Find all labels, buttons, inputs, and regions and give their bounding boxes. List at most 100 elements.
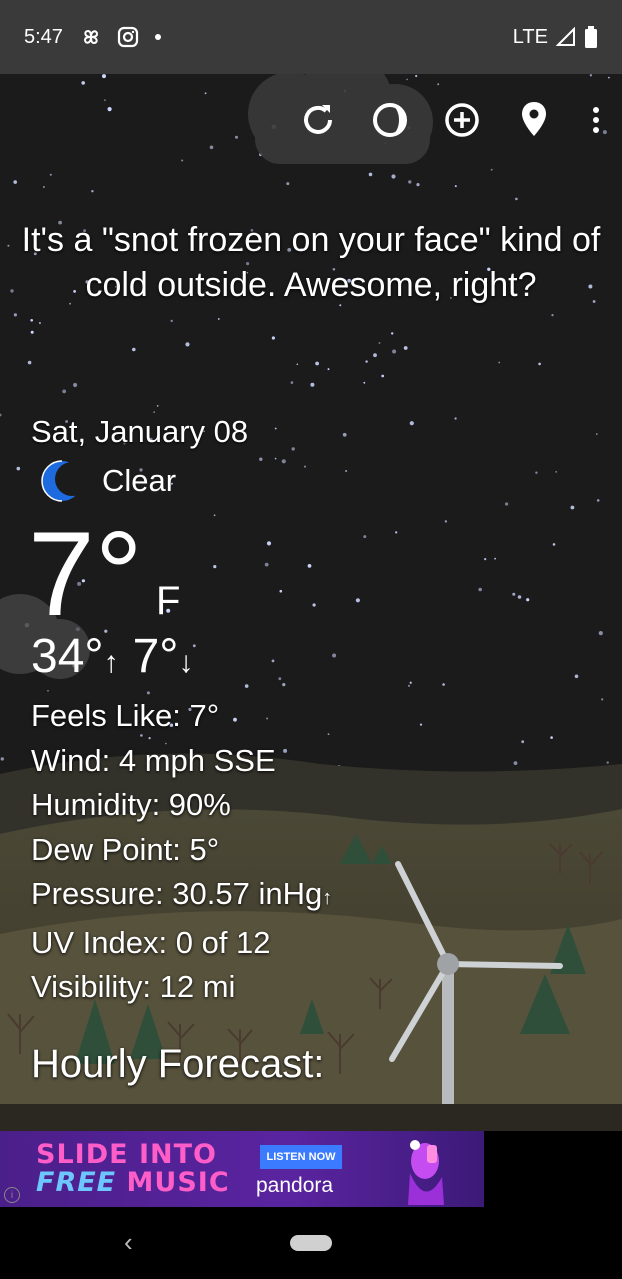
star (107, 107, 112, 112)
location-button[interactable] (512, 98, 556, 142)
star (43, 186, 45, 188)
star (378, 342, 381, 344)
star (454, 185, 457, 188)
star (281, 459, 286, 464)
star (282, 683, 286, 687)
more-options-button[interactable] (584, 98, 608, 142)
star (407, 684, 411, 687)
status-time: 5:47 (24, 25, 63, 48)
add-location-icon (445, 103, 479, 137)
temperature-unit: F (156, 579, 181, 623)
ad-character-illustration (408, 1140, 444, 1205)
status-notification-icons (79, 25, 163, 49)
feels-like: Feels Like: 7° (31, 698, 220, 733)
status-right: LTE (513, 26, 598, 49)
dew-point: Dew Point: 5° (31, 831, 220, 867)
star (606, 761, 609, 764)
star (332, 653, 337, 658)
top-toolbar (296, 98, 608, 142)
star (538, 362, 541, 366)
more-vert-icon (593, 107, 599, 133)
star (408, 180, 412, 184)
battery-icon (585, 26, 597, 48)
star (235, 135, 238, 139)
star (204, 92, 207, 95)
star (153, 411, 156, 413)
star (381, 374, 385, 378)
star (570, 505, 575, 510)
star (38, 321, 42, 325)
pandora-logo: pandora (256, 1174, 334, 1197)
star (291, 447, 295, 451)
humidity: Humidity: 90% (31, 787, 231, 822)
star (170, 319, 173, 323)
network-label: LTE (512, 25, 548, 48)
current-temperature: 7° (28, 507, 143, 641)
star (16, 466, 21, 471)
status-bar: 5:47 LTE (0, 0, 622, 74)
ad-headline: SLIDE INTO FREE MUSIC (36, 1139, 230, 1198)
location-pin-icon (522, 102, 546, 136)
star (517, 595, 522, 599)
star (391, 332, 394, 335)
theme-button[interactable] (368, 98, 412, 142)
refresh-button[interactable] (296, 98, 340, 142)
forecast-date: Sat, January 08 (31, 414, 249, 449)
star (574, 674, 579, 679)
star (484, 558, 487, 561)
ad-container: SLIDE INTO FREE MUSIC LISTEN NOW pandora… (0, 1131, 622, 1207)
star (409, 681, 412, 684)
star (30, 319, 33, 322)
star (315, 361, 319, 366)
hourly-forecast-heading: Hourly Forecast: (31, 1042, 325, 1086)
star (392, 349, 397, 354)
star (363, 535, 367, 539)
signal-icon (556, 27, 575, 46)
star (403, 346, 408, 350)
star (7, 244, 10, 247)
star (91, 190, 94, 193)
home-pill-button[interactable] (290, 1235, 332, 1251)
star (209, 145, 214, 150)
star (505, 502, 509, 506)
weather-tagline: It's a "snot frozen on your face" kind o… (21, 221, 601, 304)
star (355, 598, 360, 603)
star (416, 183, 420, 187)
star (608, 76, 610, 79)
pressure: Pressure: 30.57 inHg↑ (31, 876, 333, 911)
back-button[interactable]: ‹ (124, 1227, 133, 1258)
high-arrow-icon: ↑ (103, 646, 119, 679)
star (596, 499, 600, 502)
star (368, 172, 373, 177)
star (27, 360, 32, 365)
star (312, 603, 316, 607)
add-location-button[interactable] (440, 98, 484, 142)
star (274, 457, 277, 460)
star (244, 684, 249, 688)
ad-info-icon[interactable]: i (4, 1187, 20, 1203)
dot-icon (154, 34, 161, 40)
star (304, 465, 306, 468)
star (437, 83, 440, 86)
star (264, 562, 269, 567)
star (62, 389, 67, 394)
star (395, 531, 398, 534)
star (442, 683, 445, 686)
star (47, 689, 49, 692)
star (342, 432, 347, 437)
star (513, 761, 518, 765)
pressure-trend-icon: ↑ (322, 887, 333, 909)
pandora-ad-banner[interactable]: SLIDE INTO FREE MUSIC LISTEN NOW pandora… (0, 1131, 484, 1207)
star (327, 368, 330, 371)
star (494, 557, 496, 560)
star (266, 541, 272, 546)
star (555, 471, 558, 473)
uv-index: UV Index: 0 of 12 (31, 924, 271, 960)
moon-icon (41, 460, 80, 502)
star (454, 417, 457, 420)
star (286, 182, 290, 186)
star (373, 353, 377, 358)
star (409, 421, 414, 426)
star (278, 677, 282, 681)
listen-now-button[interactable]: LISTEN NOW (260, 1145, 342, 1169)
